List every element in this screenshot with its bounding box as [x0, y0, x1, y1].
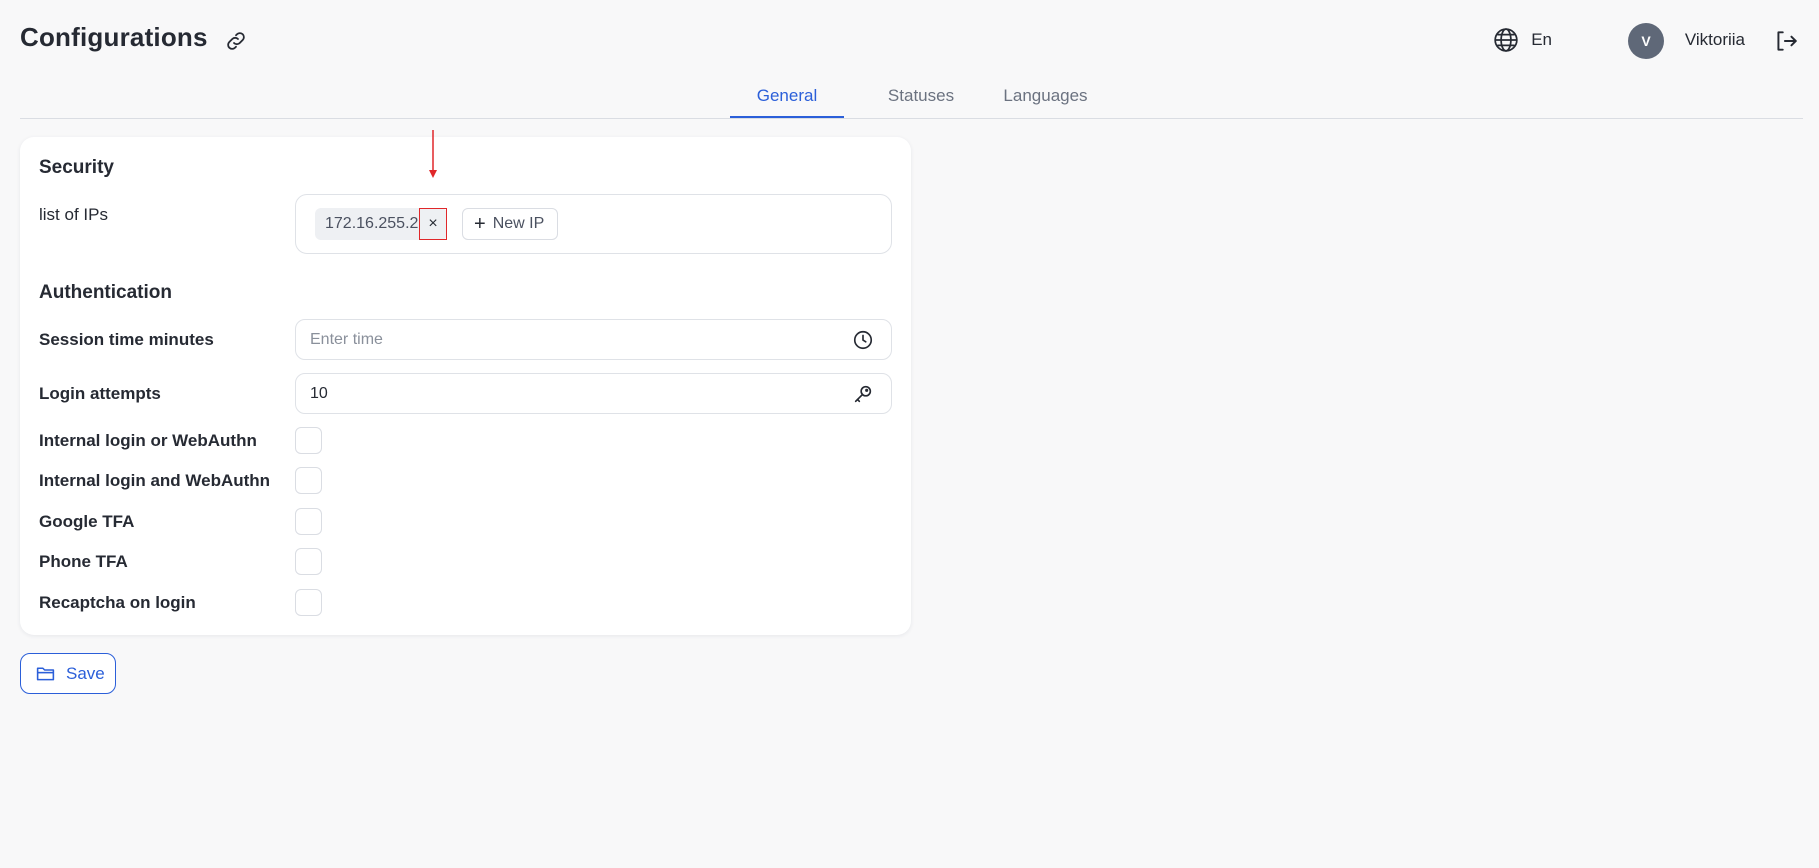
settings-card: Security list of IPs 172.16.255.2 × + Ne… — [20, 137, 911, 635]
login-attempts-input[interactable] — [310, 374, 830, 413]
option-label: Internal login or WebAuthn — [39, 431, 257, 450]
google-tfa-checkbox[interactable] — [295, 508, 322, 535]
username[interactable]: Viktoriia — [1685, 30, 1745, 50]
language-label: En — [1531, 30, 1552, 49]
link-icon[interactable] — [224, 29, 248, 53]
clock-icon[interactable] — [852, 329, 874, 351]
recaptcha-on-login-checkbox[interactable] — [295, 589, 322, 616]
tab-general[interactable]: General — [730, 86, 844, 119]
session-time-input[interactable] — [310, 320, 830, 359]
session-time-field — [295, 319, 892, 360]
tab-bar: General Statuses Languages — [20, 78, 1803, 119]
ip-list-field[interactable]: 172.16.255.2 × + New IP — [295, 194, 892, 254]
folder-icon — [36, 667, 55, 681]
option-label: Google TFA — [39, 512, 135, 531]
new-ip-button[interactable]: + New IP — [462, 208, 558, 240]
option-label: Recaptcha on login — [39, 593, 196, 612]
avatar[interactable]: V — [1628, 23, 1664, 59]
save-button[interactable]: Save — [20, 653, 116, 694]
internal-login-and-webauthn-checkbox[interactable] — [295, 467, 322, 494]
phone-tfa-checkbox[interactable] — [295, 548, 322, 575]
ip-list-label: list of IPs — [39, 205, 108, 224]
option-label: Internal login and WebAuthn — [39, 471, 271, 490]
plus-icon: + — [474, 213, 486, 235]
globe-icon — [1494, 28, 1518, 52]
new-ip-label: New IP — [492, 215, 545, 232]
header: Configurations En V Viktoriia — [20, 20, 1799, 62]
login-attempts-label: Login attempts — [39, 384, 161, 403]
session-time-label: Session time minutes — [39, 330, 214, 349]
annotation-arrow-icon — [429, 130, 437, 178]
tab-languages[interactable]: Languages — [983, 86, 1108, 119]
security-title: Security — [39, 157, 114, 178]
page-title: Configurations — [20, 22, 208, 52]
header-actions: En V Viktoriia — [1494, 20, 1799, 62]
authentication-title: Authentication — [39, 282, 172, 303]
login-attempts-field — [295, 373, 892, 414]
option-label: Phone TFA — [39, 552, 128, 571]
ip-chip: 172.16.255.2 × — [315, 208, 447, 240]
configurations-page: Configurations En V Viktoriia General St… — [0, 0, 1819, 868]
internal-login-or-webauthn-checkbox[interactable] — [295, 427, 322, 454]
logout-icon[interactable] — [1773, 28, 1799, 54]
save-label: Save — [66, 663, 105, 683]
active-tab-indicator — [730, 116, 844, 118]
language-selector[interactable]: En — [1493, 27, 1552, 53]
close-icon[interactable]: × — [419, 208, 447, 240]
key-icon[interactable] — [852, 383, 874, 405]
tab-statuses[interactable]: Statuses — [865, 86, 977, 119]
ip-chip-label: 172.16.255.2 — [325, 215, 419, 232]
